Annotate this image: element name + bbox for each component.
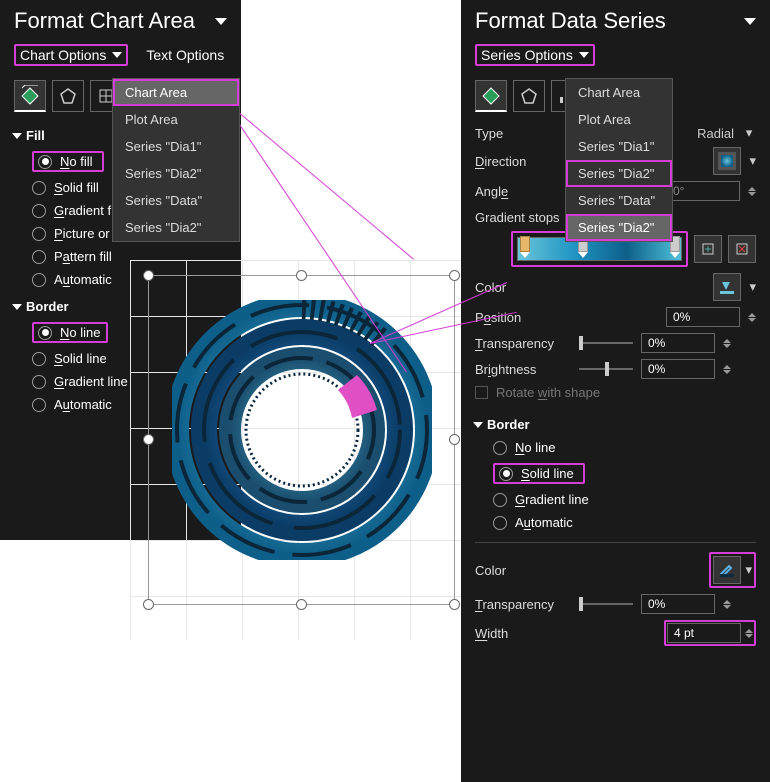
direction-label: Direction (475, 154, 571, 169)
border-color-label: Color (475, 563, 571, 578)
brightness-input[interactable] (641, 359, 715, 379)
border-transparency-input[interactable] (641, 594, 715, 614)
series-options-menu: Chart Area Plot Area Series "Dia1" Serie… (565, 78, 673, 242)
expand-icon (473, 422, 483, 428)
border-transparency-slider[interactable] (579, 603, 633, 605)
text-options-link[interactable]: Text Options (146, 44, 224, 66)
angle-spinner[interactable] (748, 187, 756, 196)
fill-line-tab[interactable] (14, 80, 46, 112)
expand-icon (12, 133, 22, 139)
position-row: Position (461, 304, 770, 330)
dropdown-arrow-icon[interactable]: ▾ (742, 125, 756, 141)
panel-title-left: Format Chart Area (0, 0, 241, 40)
menu-chart-area[interactable]: Chart Area (113, 79, 239, 106)
border-section-right[interactable]: Border (461, 411, 770, 438)
color-row: Color ▾ (461, 270, 770, 304)
border-width-label: Width (475, 626, 571, 641)
dropdown-arrow-icon[interactable]: ▾ (745, 562, 752, 578)
dropdown-arrow-icon[interactable]: ▾ (749, 153, 756, 169)
menu-series-data[interactable]: Series "Data" (566, 187, 672, 214)
resize-handle[interactable] (449, 434, 460, 445)
chevron-down-icon (579, 52, 589, 58)
add-stop-button[interactable] (694, 235, 722, 263)
fill-line-tab[interactable] (475, 80, 507, 112)
transparency-spinner[interactable] (723, 339, 731, 348)
border-gradient-line[interactable]: Gradient line (493, 492, 756, 507)
menu-chart-area[interactable]: Chart Area (566, 79, 672, 106)
rotate-checkbox[interactable] (475, 386, 488, 399)
brightness-label: Brightness (475, 362, 571, 377)
border-width-input[interactable] (667, 623, 741, 643)
menu-plot-area[interactable]: Plot Area (566, 106, 672, 133)
menu-plot-area[interactable]: Plot Area (113, 106, 239, 133)
brightness-row: Brightness (461, 356, 770, 382)
rotate-label: Rotate with shape (496, 385, 600, 400)
type-label: Type (475, 126, 571, 141)
angle-label: Angle (475, 184, 571, 199)
position-spinner[interactable] (748, 313, 756, 322)
collapse-icon[interactable] (744, 18, 756, 25)
border-solid-line[interactable]: Solid line (493, 463, 585, 484)
resize-handle[interactable] (143, 434, 154, 445)
color-picker-button[interactable] (713, 273, 741, 301)
collapse-icon[interactable] (215, 18, 227, 25)
border-transparency-row: Transparency (461, 591, 770, 617)
chart-options-dropdown[interactable]: Chart Options (14, 44, 128, 66)
border-color-row: Color ▾ (461, 549, 770, 591)
border-width-row: Width (461, 617, 770, 649)
chart-options-menu: Chart Area Plot Area Series "Dia1" Serie… (112, 78, 240, 242)
resize-handle[interactable] (143, 599, 154, 610)
border-options-right: No line Solid line Gradient line Automat… (461, 438, 770, 536)
transparency-label: Transparency (475, 336, 571, 351)
type-value: Radial (697, 126, 734, 141)
border-no-line[interactable]: No line (493, 440, 756, 455)
series-options-dropdown[interactable]: Series Options (475, 44, 595, 66)
remove-stop-button[interactable] (728, 235, 756, 263)
effects-tab[interactable] (52, 80, 84, 112)
resize-handle[interactable] (143, 270, 154, 281)
separator (475, 542, 756, 543)
menu-series-dia1[interactable]: Series "Dia1" (113, 133, 239, 160)
resize-handle[interactable] (449, 599, 460, 610)
menu-series-dia2[interactable]: Series "Dia2" (566, 160, 672, 187)
transparency-input[interactable] (641, 333, 715, 353)
angle-input[interactable] (666, 181, 740, 201)
border-automatic[interactable]: Automatic (493, 515, 756, 530)
brightness-spinner[interactable] (723, 365, 731, 374)
resize-handle[interactable] (449, 270, 460, 281)
fill-no-fill[interactable]: No fill (32, 151, 104, 172)
menu-series-dia1[interactable]: Series "Dia1" (566, 133, 672, 160)
transparency-slider[interactable] (579, 342, 633, 344)
transparency-row: Transparency (461, 330, 770, 356)
color-label: Color (475, 280, 571, 295)
border-transparency-label: Transparency (475, 597, 571, 612)
worksheet-canvas[interactable] (130, 260, 470, 640)
resize-handle[interactable] (296, 270, 307, 281)
direction-preset-button[interactable] (713, 147, 741, 175)
dropdown-arrow-icon[interactable]: ▾ (749, 279, 756, 295)
menu-series-dia2[interactable]: Series "Dia2" (113, 160, 239, 187)
menu-series-dia2b[interactable]: Series "Dia2" (566, 214, 672, 241)
menu-series-data[interactable]: Series "Data" (113, 187, 239, 214)
gradient-stops-label: Gradient stops (475, 210, 560, 225)
border-transparency-spinner[interactable] (723, 600, 731, 609)
position-input[interactable] (666, 307, 740, 327)
panel-title-right: Format Data Series (461, 0, 770, 40)
expand-icon (12, 304, 22, 310)
brightness-slider[interactable] (579, 368, 633, 370)
rotate-row: Rotate with shape (461, 382, 770, 403)
annotation-line (222, 98, 414, 259)
resize-handle[interactable] (296, 599, 307, 610)
border-no-line[interactable]: No line (32, 322, 108, 343)
border-color-picker[interactable] (713, 556, 741, 584)
effects-tab[interactable] (513, 80, 545, 112)
chevron-down-icon (112, 52, 122, 58)
menu-series-dia2b[interactable]: Series "Dia2" (113, 214, 239, 241)
border-width-spinner[interactable] (745, 629, 753, 638)
